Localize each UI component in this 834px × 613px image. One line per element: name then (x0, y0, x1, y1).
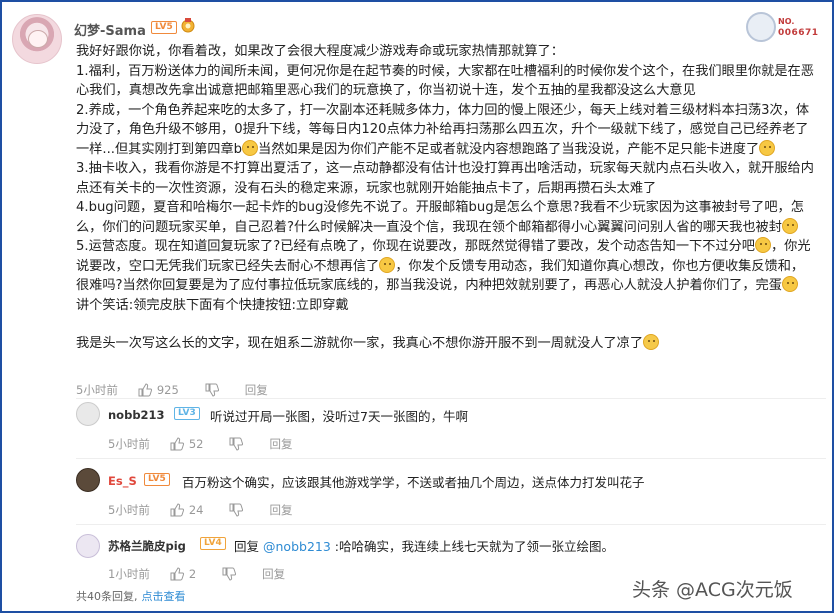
reply-actions: 5小时前 52 回复 (108, 436, 292, 452)
avatar[interactable] (76, 534, 100, 558)
reply-actions: 5小时前 24 回复 (108, 502, 292, 518)
emoji-icon (379, 256, 396, 273)
mention-link[interactable]: @nobb213 (263, 539, 331, 554)
emoji-icon (781, 276, 798, 292)
level-badge: LV4 (200, 537, 226, 550)
thumbs-up-icon (170, 567, 184, 581)
avatar[interactable] (12, 14, 62, 64)
thumbs-up-icon (170, 503, 184, 517)
thumbs-up-icon (170, 437, 184, 451)
reply-prefix: 回复 (234, 539, 260, 554)
reply-actions: 1小时前 2 回复 (108, 566, 285, 582)
fan-badge-number: 006671 (778, 28, 819, 38)
fan-number-badge: NO. 006671 (746, 12, 826, 44)
like-count: 2 (188, 567, 197, 581)
divider (76, 398, 826, 399)
divider (76, 524, 826, 525)
level-badge: LV5 (144, 473, 170, 486)
dislike-button[interactable] (229, 437, 244, 451)
post-line: 2.养成，一个角色养起来吃的太多了，打一次副本还耗贼多体力，体力回的慢上限还少，… (76, 102, 810, 157)
reply-button[interactable]: 回复 (269, 436, 292, 452)
post-line: 我是头一次写这么长的文字，现在姐系二游就你一家，我真心不想你游开服不到一周就没人… (76, 334, 816, 354)
reply-text: 回复 @nobb213 :哈哈确实，我连续上线七天就为了领一张立绘图。 (234, 536, 614, 555)
reply-button[interactable]: 回复 (262, 566, 285, 582)
post-line: 3.抽卡收入，我看你游是不打算出夏活了，这一点动静都没有估计也没打算再出啥活动，… (76, 161, 814, 196)
medal-icon (181, 18, 195, 33)
timestamp: 5小时前 (76, 383, 118, 397)
post-line: 5.运营态度。现在知道回复玩家了?已经有点晚了，你现在说要改，那既然觉得错了要改… (76, 237, 811, 293)
like-button[interactable]: 925 (138, 383, 179, 397)
timestamp: 1小时前 (108, 567, 150, 581)
post-line: 1.福利，百万粉送体力的闻所未闻，更何况你是在起节奏的时候，大家都在吐槽福利的时… (76, 63, 814, 99)
comment-panel: 幻梦-Sama LV5 NO. 006671 我好好跟你说，你看着改，如果改了会… (0, 0, 834, 613)
emoji-icon (759, 139, 776, 156)
thumbs-down-icon (229, 503, 244, 517)
avatar[interactable] (76, 468, 100, 492)
thumbs-down-icon (222, 567, 237, 581)
fan-badge-icon (746, 12, 776, 42)
reply-button[interactable]: 回复 (245, 382, 268, 398)
emoji-icon (754, 237, 771, 253)
sad-emoji-icon (643, 334, 660, 350)
reply-text: 百万粉这个确实，应该跟其他游戏学学，不送或者抽几个周边，送点体力打发叫花子 (182, 475, 645, 490)
emoji-icon (781, 217, 798, 234)
view-all-link[interactable]: 点击查看 (142, 590, 186, 603)
dislike-button[interactable] (229, 503, 244, 517)
reply-username[interactable]: Es_S (108, 474, 137, 488)
reply-body: :哈哈确实，我连续上线七天就为了领一张立绘图。 (334, 539, 615, 554)
total-replies: 共40条回复, (76, 590, 138, 603)
fan-badge-label: NO. (778, 17, 795, 26)
like-button[interactable]: 2 (170, 567, 196, 581)
username[interactable]: 幻梦-Sama (74, 20, 146, 39)
post-line: 4.bug问题，夏音和哈梅尔一起卡炸的bug没修先不说了。开服邮箱bug是怎么个… (76, 200, 804, 235)
thumbs-down-icon (229, 437, 244, 451)
reply-username[interactable]: nobb213 (108, 408, 165, 422)
like-count: 24 (188, 503, 204, 517)
post-line: 讲个笑话:领完皮肤下面有个快捷按钮:立即穿戴 (76, 297, 349, 313)
reply-button[interactable]: 回复 (269, 502, 292, 518)
timestamp: 5小时前 (108, 503, 150, 517)
like-button[interactable]: 24 (170, 503, 204, 517)
like-button[interactable]: 52 (170, 437, 204, 451)
reply-text: 听说过开局一张图，没听过7天一张图的，牛啊 (210, 409, 468, 424)
reply-username[interactable]: 苏格兰脆皮pig (108, 538, 186, 554)
like-count: 925 (156, 383, 179, 397)
watermark: 头条 @ACG次元饭 (632, 579, 793, 601)
dislike-button[interactable] (205, 383, 219, 397)
divider (76, 458, 826, 459)
level-badge: LV3 (174, 407, 200, 420)
dislike-button[interactable] (222, 567, 237, 581)
level-badge: LV5 (151, 21, 177, 34)
emoji-icon (242, 139, 259, 156)
post-actions: 5小时前 925 回复 (76, 382, 268, 398)
thumbs-up-icon (138, 383, 152, 397)
avatar[interactable] (76, 402, 100, 426)
like-count: 52 (188, 437, 204, 451)
timestamp: 5小时前 (108, 437, 150, 451)
post-content: 我好好跟你说，你看着改，如果改了会很大程度减少游戏寿命或玩家热情那就算了： 1.… (76, 42, 816, 354)
replies-footer: 共40条回复, 点击查看 (76, 588, 186, 604)
thumbs-down-icon (205, 383, 219, 397)
post-line: 我好好跟你说，你看着改，如果改了会很大程度减少游戏寿命或玩家热情那就算了： (76, 44, 564, 59)
